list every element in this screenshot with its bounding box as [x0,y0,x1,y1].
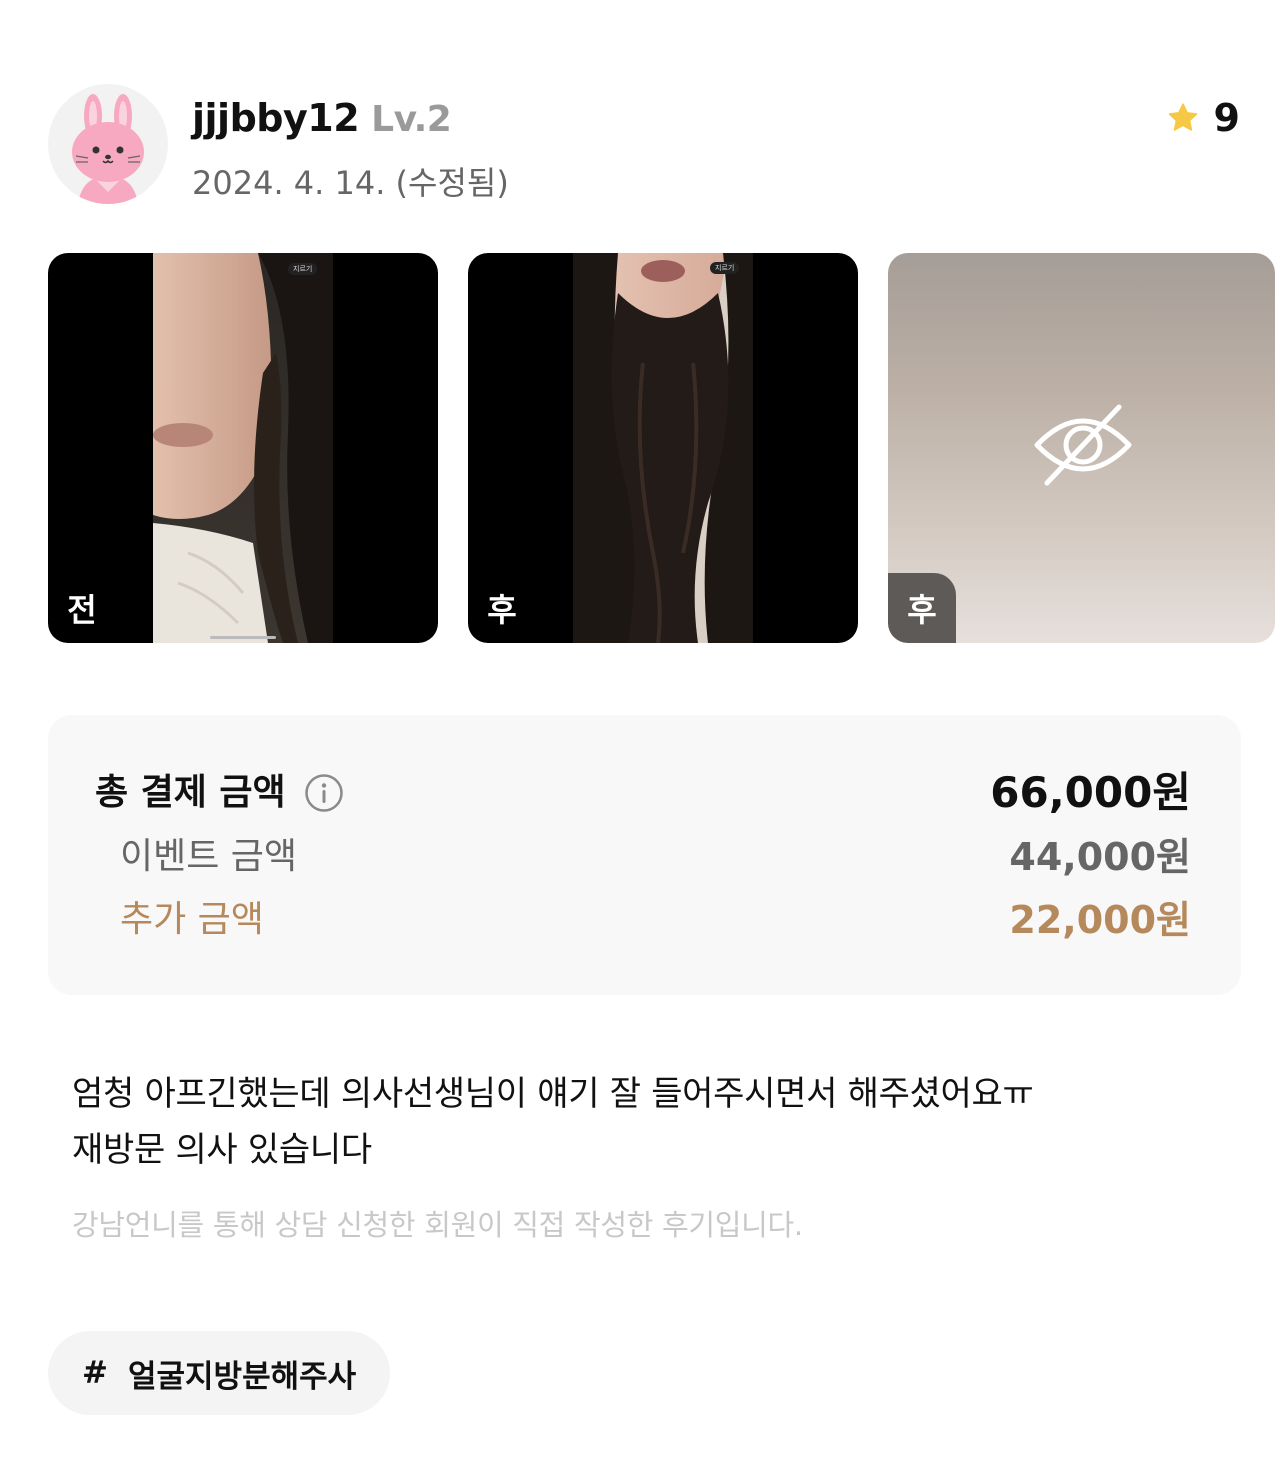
total-payment-value: 66,000원 [990,768,1191,817]
photo-hint: 지르기 [710,262,740,274]
total-payment-label: 총 결제 금액 [95,772,286,813]
info-icon[interactable] [304,773,344,813]
event-price-value: 44,000원 [1009,835,1191,879]
extra-price-label: 추가 금액 [120,899,264,940]
before-photo[interactable]: 지르기 전 [48,253,438,643]
hidden-after-photo[interactable]: 후 [888,253,1275,643]
after-photo[interactable]: 지르기 후 [468,253,858,643]
username[interactable]: jjjbby12 Lv.2 [192,96,452,140]
eye-slash-icon [1034,404,1132,486]
review-body: 엄청 아프긴했는데 의사선생님이 얘기 잘 들어주시면서 해주셨어요ㅠ 재방문 … [72,1066,1212,1178]
event-price-label: 이벤트 금액 [120,836,298,877]
hashtag-chip[interactable]: # 얼굴지방분해주사 [48,1331,391,1415]
review-line: 재방문 의사 있습니다 [72,1130,372,1170]
bunny-avatar-icon [72,94,144,204]
photo-gallery: 지르기 전 지르기 후 후 [48,253,1275,643]
payment-summary: 총 결제 금액 66,000원 이벤트 금액 44,000원 추가 금액 22,… [48,715,1241,995]
avatar[interactable] [48,84,168,204]
photo-hint: 지르기 [288,263,318,275]
post-date: 2024. 4. 14. (수정됨) [192,164,509,202]
username-text: jjjbby12 [192,96,360,140]
extra-price-row: 추가 금액 22,000원 [48,890,1241,950]
total-payment-row: 총 결제 금액 66,000원 [48,763,1241,823]
hashtag-label: 얼굴지방분해주사 [127,1358,357,1395]
total-payment-label-group: 총 결제 금액 [95,763,344,823]
hash-icon: # [82,1355,108,1391]
extra-price-value: 22,000원 [1009,898,1191,942]
event-price-row: 이벤트 금액 44,000원 [48,827,1241,887]
review-header: jjjbby12 Lv.2 2024. 4. 14. (수정됨) 9 [48,84,1240,206]
after-badge: 후 [487,591,517,629]
home-indicator [210,636,276,639]
star-icon [1168,103,1197,131]
rating-value: 9 [1213,96,1240,140]
review-line: 엄청 아프긴했는데 의사선생님이 얘기 잘 들어주시면서 해주셨어요ㅠ [72,1074,1034,1114]
rating: 9 [1166,96,1240,140]
after-badge: 후 [888,573,956,643]
user-level: Lv.2 [371,99,452,140]
review-disclaimer: 강남언니를 통해 상담 신청한 회원이 직접 작성한 후기입니다. [72,1208,803,1242]
before-badge: 전 [67,591,97,629]
